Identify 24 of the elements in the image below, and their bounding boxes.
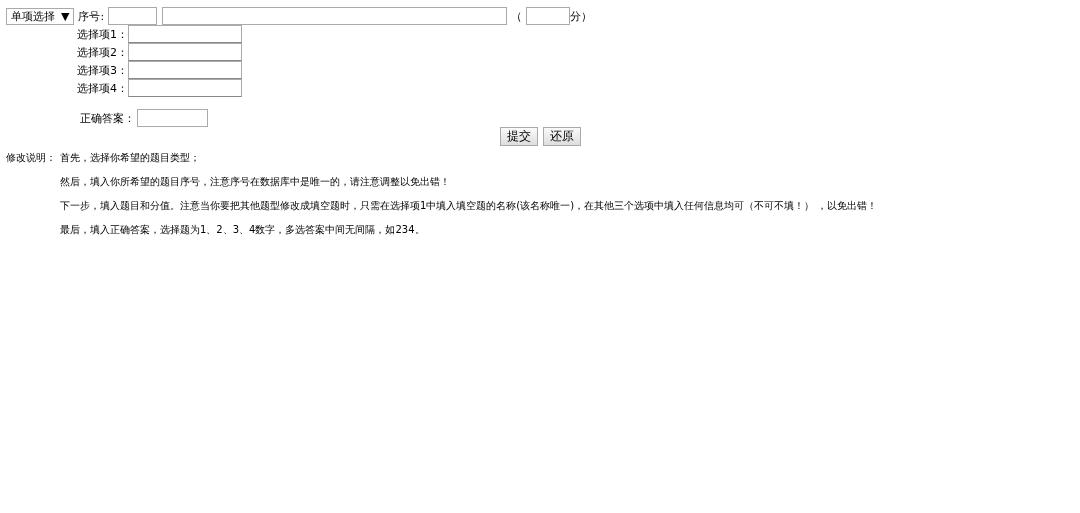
option-field[interactable]	[128, 25, 242, 43]
note-text: 首先，选择你希望的题目类型；	[60, 151, 201, 165]
number-field[interactable]	[108, 7, 158, 25]
option-field[interactable]	[128, 61, 242, 79]
option-field[interactable]	[128, 43, 242, 61]
answer-field[interactable]	[137, 109, 208, 127]
option-label: 选择项3：	[77, 62, 128, 78]
open-paren: （	[511, 8, 523, 24]
submit-button[interactable]: 提交	[499, 127, 538, 146]
question-field[interactable]	[162, 7, 508, 25]
score-field[interactable]	[526, 7, 571, 25]
option-label: 选择项4：	[77, 80, 128, 96]
note-text: 然后，填入你所希望的题目序号，注意序号在数据库中是唯一的，请注意调整以免出错！	[60, 175, 451, 189]
reset-button[interactable]: 还原	[542, 127, 581, 146]
answer-label: 正确答案：	[80, 110, 135, 126]
notes-heading: 修改说明：	[6, 151, 57, 165]
note-text: 下一步，填入题目和分值。注意当你要把其他题型修改成填空题时，只需在选择项1中填入填空题的名称(该名称唯一)，在其他三个选项中填入任何信息均可（不可不填！） ，以免出错！	[60, 199, 879, 213]
score-unit: 分）	[570, 8, 593, 24]
note-text: 最后，填入正确答案，选择题为1、2、3、4数字，多选答案中间无间隔，如234。	[60, 223, 426, 237]
option-label: 选择项1：	[77, 26, 128, 42]
option-field[interactable]	[128, 79, 242, 97]
option-label: 选择项2：	[77, 44, 128, 60]
question-type-select[interactable]: 单项选择 ▼	[6, 7, 75, 25]
number-label: 序号:	[78, 8, 105, 24]
